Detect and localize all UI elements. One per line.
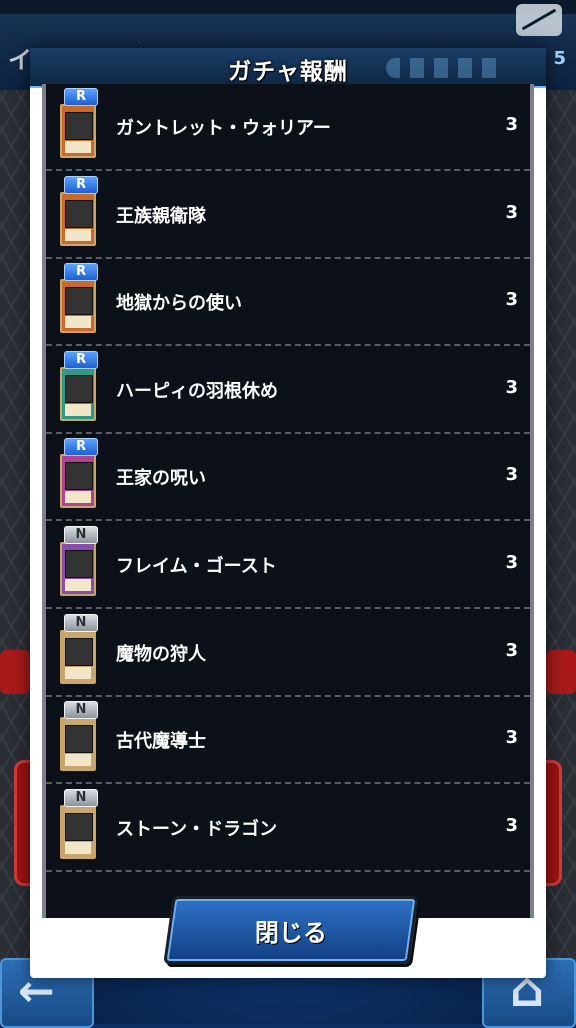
card-name: 地獄からの使い <box>116 293 242 315</box>
card-art <box>65 287 93 316</box>
close-button[interactable]: 閉じる <box>163 896 419 964</box>
card-name: ストーン・ドラゴン <box>116 818 278 840</box>
side-button-left <box>0 650 30 694</box>
card-text-box <box>65 228 91 241</box>
card-thumbnail[interactable] <box>60 542 96 596</box>
card-thumbnail[interactable] <box>60 804 96 859</box>
card-art <box>65 725 93 754</box>
card-art <box>65 199 93 228</box>
reward-row[interactable]: R 地獄からの使い 3 <box>46 259 530 347</box>
card-quantity: 3 <box>505 464 518 486</box>
rarity-badge: R <box>64 88 98 106</box>
card-text-box <box>65 666 91 679</box>
card-art <box>65 462 93 491</box>
status-bar <box>0 0 576 14</box>
card-name: 魔物の狩人 <box>116 643 206 665</box>
card-quantity: 3 <box>505 639 518 661</box>
rarity-badge: R <box>64 263 98 282</box>
reward-row[interactable]: R ハーピィの羽根休め 3 <box>46 347 530 434</box>
card-art <box>65 812 93 841</box>
reward-row[interactable]: N 古代魔導士 3 <box>46 697 530 785</box>
card-quantity: 3 <box>505 814 518 836</box>
card-quantity: 3 <box>505 552 518 573</box>
card-quantity: 3 <box>505 114 518 135</box>
card-text-box <box>65 403 91 416</box>
card-text-box <box>65 754 91 767</box>
card-quantity: 3 <box>505 727 518 749</box>
card-text-box <box>65 141 91 153</box>
dialog-title: ガチャ報酬 <box>228 59 348 85</box>
gacha-reward-dialog: ガチャ報酬 R ガントレット・ウォリアー 3 R 王族親衛隊 3 R 地獄からの使い 3 R ハーピ… <box>30 48 546 978</box>
card-art <box>65 550 93 578</box>
dialog-titlebar: ガチャ報酬 <box>30 48 546 88</box>
reward-row[interactable]: N 魔物の狩人 3 <box>46 610 530 697</box>
reward-row[interactable]: N ストーン・ドラゴン 3 <box>46 785 530 872</box>
card-thumbnail[interactable] <box>60 366 96 421</box>
rarity-badge: N <box>64 613 98 632</box>
reward-row[interactable]: R ガントレット・ウォリアー 3 <box>46 84 530 171</box>
card-thumbnail[interactable] <box>60 104 96 158</box>
card-name: 古代魔導士 <box>116 731 206 753</box>
card-thumbnail[interactable] <box>60 191 96 246</box>
card-art <box>65 374 93 403</box>
background-count: 5 <box>553 48 566 69</box>
card-text-box <box>65 316 91 329</box>
card-name: フレイム・ゴースト <box>116 556 277 577</box>
card-name: ハーピィの羽根休め <box>116 380 278 402</box>
card-name: 王族親衛隊 <box>116 205 206 227</box>
card-thumbnail[interactable] <box>60 629 96 684</box>
card-art <box>65 112 93 140</box>
rarity-badge: R <box>64 350 98 369</box>
reward-list[interactable]: R ガントレット・ウォリアー 3 R 王族親衛隊 3 R 地獄からの使い 3 R ハーピィの羽根休め… <box>42 84 534 918</box>
reward-row[interactable]: R 王族親衛隊 3 <box>46 172 530 259</box>
rarity-badge: N <box>64 788 98 807</box>
card-quantity: 3 <box>505 201 518 223</box>
card-text-box <box>65 841 91 854</box>
close-button-label: 閉じる <box>254 919 327 947</box>
card-name: ガントレット・ウォリアー <box>116 118 331 139</box>
card-text-box <box>65 579 91 591</box>
card-text-box <box>65 491 91 504</box>
card-thumbnail[interactable] <box>60 279 96 334</box>
eye-off-icon[interactable] <box>516 4 562 36</box>
card-art <box>65 637 93 666</box>
rarity-badge: N <box>64 526 98 544</box>
card-thumbnail[interactable] <box>60 717 96 772</box>
card-thumbnail[interactable] <box>60 454 96 509</box>
side-button-right <box>546 650 576 694</box>
card-quantity: 3 <box>505 376 518 398</box>
reward-row[interactable]: N フレイム・ゴースト 3 <box>46 522 530 609</box>
card-quantity: 3 <box>505 289 518 311</box>
rarity-badge: R <box>64 438 98 457</box>
card-name: 王家の呪い <box>116 468 206 490</box>
rarity-badge: N <box>64 701 98 720</box>
reward-row[interactable]: R 王家の呪い 3 <box>46 434 530 522</box>
rarity-badge: R <box>64 175 98 194</box>
